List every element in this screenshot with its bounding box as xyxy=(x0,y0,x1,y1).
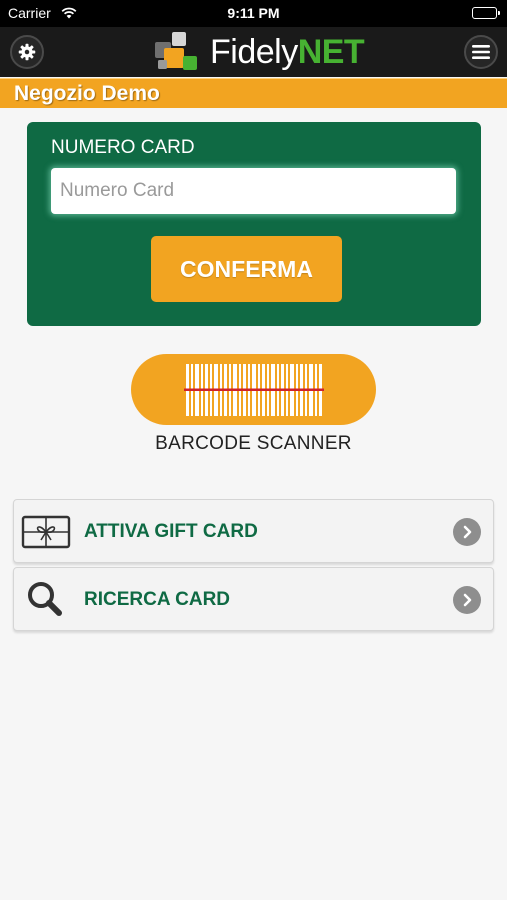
logo-text-fidely: Fidely xyxy=(210,33,298,71)
store-bar: Negozio Demo xyxy=(0,78,507,108)
menu-button[interactable] xyxy=(464,35,498,69)
chevron-right-icon xyxy=(453,586,481,614)
barcode-scanner-button[interactable] xyxy=(131,354,376,425)
app-screen: Carrier 9:11 PM FidelyNET Negozio Demo N… xyxy=(0,0,507,900)
logo-mark-icon xyxy=(155,32,197,70)
fidelynet-logo: FidelyNET xyxy=(152,30,367,74)
status-time: 9:11 PM xyxy=(227,5,280,21)
battery-icon xyxy=(472,7,500,19)
card-number-input[interactable] xyxy=(51,168,456,214)
search-card-item[interactable]: RICERCA CARD xyxy=(13,567,494,631)
search-card-label: RICERCA CARD xyxy=(84,589,231,610)
magnifier-icon xyxy=(21,579,71,624)
confirm-button[interactable]: CONFERMA xyxy=(151,236,342,302)
barcode-scanner-label: BARCODE SCANNER xyxy=(155,433,352,454)
gift-card-icon xyxy=(21,511,71,556)
chevron-right-icon xyxy=(453,518,481,546)
settings-button[interactable] xyxy=(10,35,44,69)
logo-text-net: NET xyxy=(297,33,365,71)
gear-icon xyxy=(18,43,36,61)
status-bar: Carrier 9:11 PM xyxy=(0,0,507,27)
card-number-label: NUMERO CARD xyxy=(51,137,195,158)
activate-gift-card-item[interactable]: ATTIVA GIFT CARD xyxy=(13,499,494,563)
nav-bar: FidelyNET xyxy=(0,27,507,77)
card-number-panel: NUMERO CARD CONFERMA xyxy=(27,122,481,326)
hamburger-icon xyxy=(472,45,490,59)
store-name: Negozio Demo xyxy=(14,82,160,105)
activate-gift-card-label: ATTIVA GIFT CARD xyxy=(84,521,258,542)
barcode-icon xyxy=(183,363,324,416)
